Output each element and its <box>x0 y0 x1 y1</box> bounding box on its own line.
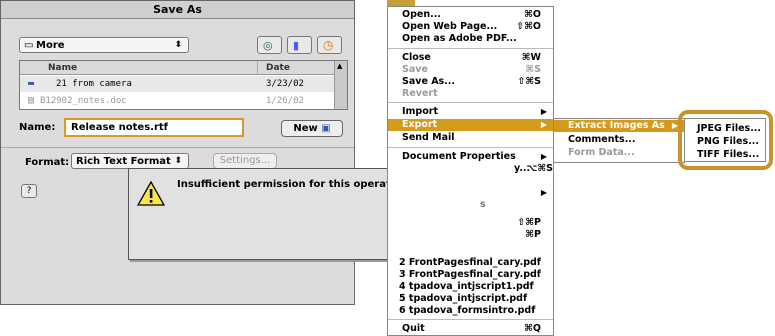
file-list: Name Date Modified ▬ 21 from camera 3/23… <box>19 60 348 110</box>
new-folder-label: New <box>293 123 318 134</box>
scrollbar[interactable]: ▲ <box>334 61 347 109</box>
file-menu: Open... ⌘O Open Web Page... ⇧⌘O Open as Ad… <box>387 6 554 336</box>
divider <box>1 147 354 148</box>
document-icon: ▤ <box>28 95 35 106</box>
submenu-arrow-icon: ▶ <box>540 120 547 129</box>
menu-item-partial-2[interactable]: ▶ <box>388 187 553 199</box>
folder-icon: ▭ <box>24 40 34 51</box>
location-popup[interactable]: ▭ More ⬍ <box>19 37 189 53</box>
menu-item-export[interactable]: Export ▶ <box>388 119 553 131</box>
menu-item-print[interactable]: ⌘P <box>388 229 553 241</box>
submenu-arrow-icon: ▶ <box>540 107 547 116</box>
export-submenu: Extract Images As ▶ Comments... Form Data… <box>553 118 685 163</box>
highlight-callout <box>678 110 773 170</box>
shortcuts-icon: ◎ <box>263 39 273 52</box>
menu-item-open-web-page[interactable]: Open Web Page... ⇧⌘O <box>388 21 553 33</box>
format-popup[interactable]: Rich Text Format ⬍ <box>71 153 189 169</box>
folder-icon: ▬ <box>28 78 35 89</box>
menu-item-print-setup[interactable]: ⇧⌘P <box>388 217 553 229</box>
recent-file-4[interactable]: 4 tpadova_intjscript1.pdf <box>388 281 553 293</box>
file-name: 21 from camera <box>56 79 132 89</box>
warning-icon <box>137 180 165 206</box>
column-header-name[interactable]: Name <box>20 61 257 75</box>
menu-item-close[interactable]: Close ⌘W <box>388 52 553 64</box>
popup-arrows-icon: ⬍ <box>174 40 182 50</box>
menu-item-send-mail[interactable]: Send Mail <box>388 132 553 144</box>
recent-file-5[interactable]: 5 tpadova_intjscript.pdf <box>388 293 553 305</box>
recent-file-6[interactable]: 6 tpadova_formsintro.pdf <box>388 305 553 317</box>
folder-icon: ▣ <box>321 123 331 134</box>
help-icon: ? <box>26 186 32 196</box>
menu-item-comments[interactable]: Comments... <box>554 134 684 146</box>
location-label: More <box>36 40 65 51</box>
file-row[interactable]: ▤ B12902_notes.doc 1/26/02 <box>20 93 334 109</box>
submenu-arrow-icon: ▶ <box>540 188 547 197</box>
recent-file-2[interactable]: 2 FrontPagesfinal_cary.pdf <box>388 257 553 269</box>
menu-item-open[interactable]: Open... ⌘O <box>388 9 553 21</box>
submenu-arrow-icon: ▶ <box>540 152 547 161</box>
menu-item-document-properties[interactable]: Document Properties ▶ <box>388 151 553 163</box>
menu-separator <box>388 147 553 148</box>
menu-item-partial-3[interactable]: s <box>388 199 553 211</box>
recent-file-3[interactable]: 3 FrontPagesfinal_cary.pdf <box>388 269 553 281</box>
file-name: B12902_notes.doc <box>40 96 127 106</box>
dialog-title: Save As <box>1 1 354 19</box>
menu-item-partial-1[interactable]: y... ⌥⌘S <box>388 163 553 175</box>
file-date: 1/26/02 <box>266 96 304 106</box>
menu-separator <box>388 48 553 49</box>
favorites-icon: ▮ <box>293 39 300 52</box>
menu-item-quit[interactable]: Quit ⌘Q <box>388 323 553 335</box>
column-header-date[interactable]: Date Modified <box>257 61 335 87</box>
clock-icon: ◷ <box>323 38 334 52</box>
alert-message: Insufficient permission for this operati… <box>177 179 409 190</box>
file-row[interactable]: ▬ 21 from camera 3/23/02 <box>20 76 334 92</box>
menu-item-revert[interactable]: Revert <box>388 88 553 100</box>
help-button[interactable]: ? <box>21 184 37 198</box>
scroll-up-icon: ▲ <box>337 62 343 70</box>
name-input[interactable]: Release notes.rtf <box>64 118 244 137</box>
name-label: Name: <box>19 122 56 133</box>
shortcuts-button[interactable]: ◎ <box>257 36 282 54</box>
format-value: Rich Text Format <box>76 156 171 167</box>
format-label: Format: <box>25 157 70 168</box>
menu-separator <box>388 102 553 103</box>
file-date: 3/23/02 <box>266 79 304 89</box>
popup-arrows-icon: ⬍ <box>174 156 182 166</box>
menu-item-form-data[interactable]: Form Data... <box>554 147 684 159</box>
recent-button[interactable]: ◷ <box>317 36 342 54</box>
menu-item-extract-images-as[interactable]: Extract Images As ▶ <box>554 120 684 132</box>
menu-separator <box>388 319 553 320</box>
favorites-button[interactable]: ▮ <box>287 36 312 54</box>
new-folder-button[interactable]: New ▣ <box>281 120 343 137</box>
menu-item-save-as[interactable]: Save As... ⇧⌘S <box>388 76 553 88</box>
menu-item-import[interactable]: Import ▶ <box>388 106 553 118</box>
menu-item-open-as-pdf[interactable]: Open as Adobe PDF... <box>388 33 553 45</box>
menu-item-save[interactable]: Save ⌘S <box>388 64 553 76</box>
settings-button[interactable]: Settings... <box>213 153 277 169</box>
